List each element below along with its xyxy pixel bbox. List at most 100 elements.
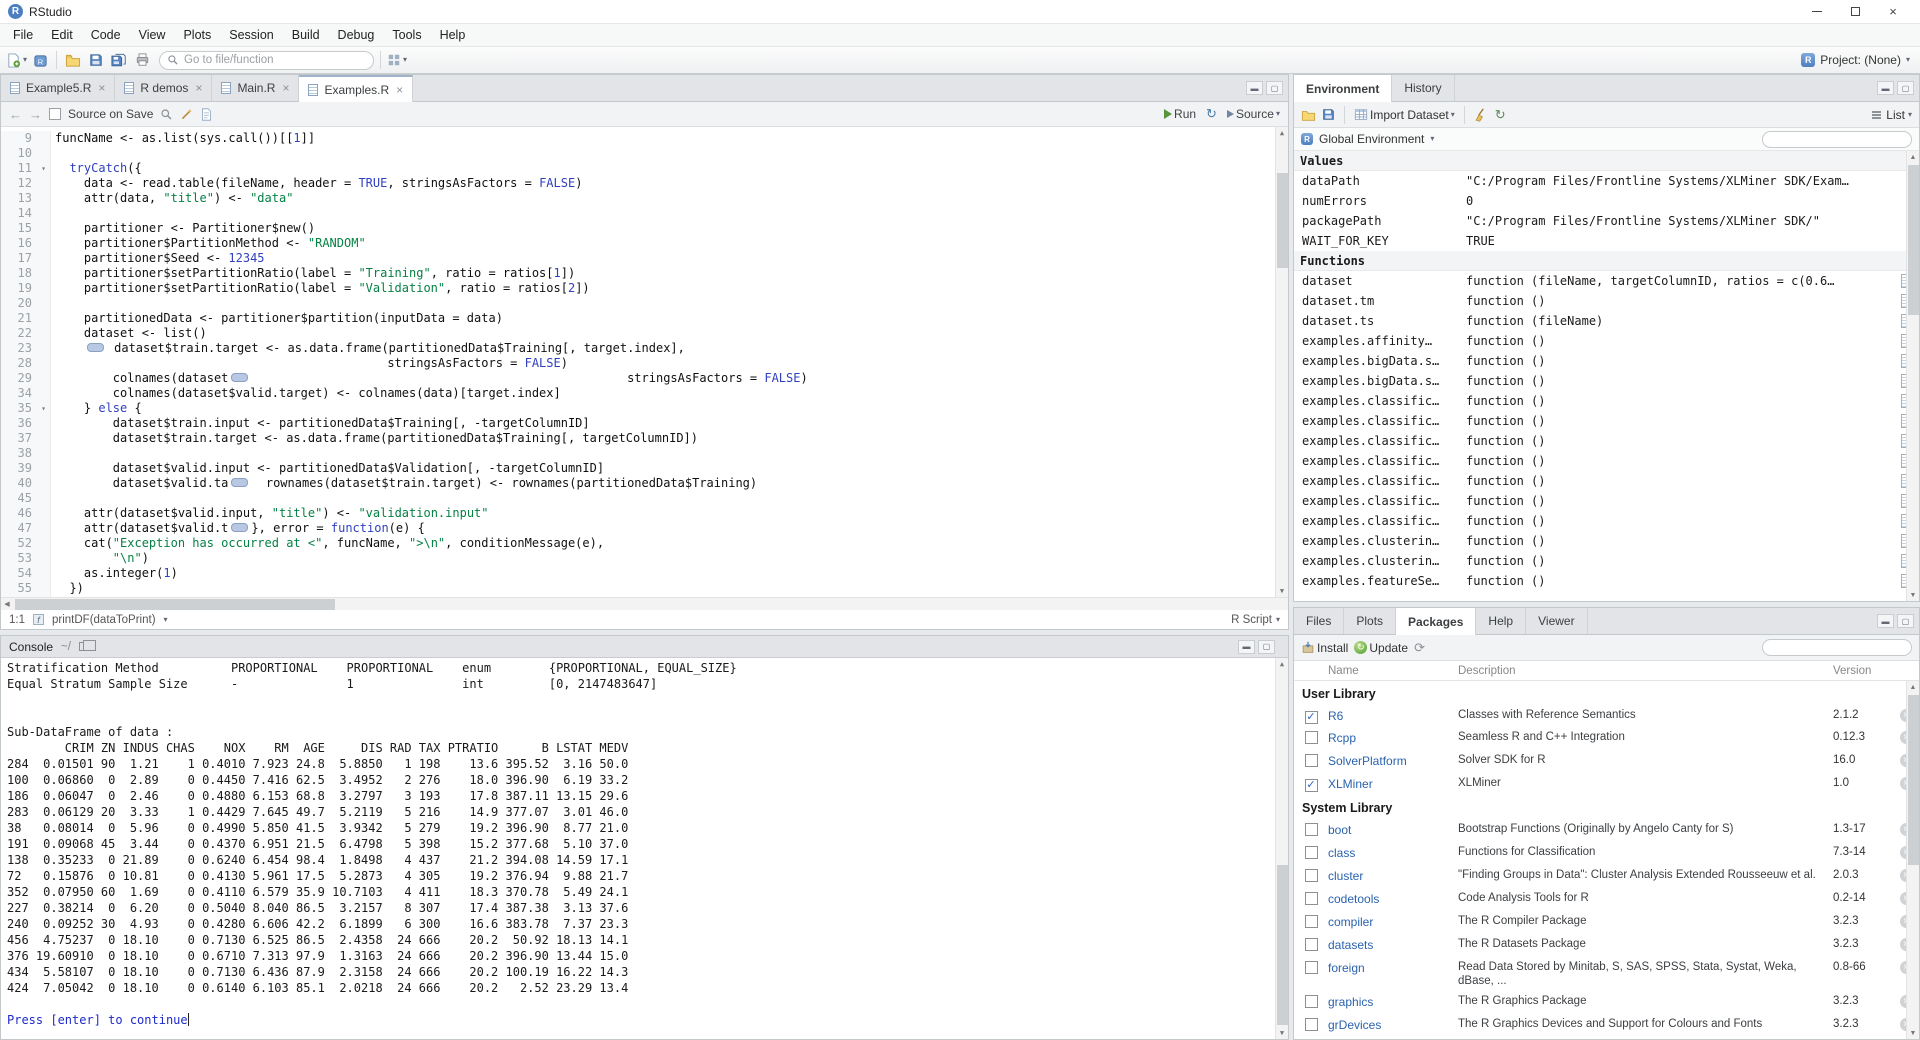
import-dataset-button[interactable]: Import Dataset ▾ — [1354, 104, 1455, 126]
maximize-pane-icon[interactable]: ▢ — [1266, 81, 1283, 95]
code-line[interactable]: 18 partitioner$setPartitionRatio(label =… — [1, 266, 1288, 281]
environment-scope-selector[interactable]: Global Environment — [1319, 132, 1424, 146]
env-object-row[interactable]: dataset.tmfunction () — [1294, 291, 1919, 311]
code-line[interactable]: 13 attr(data, "title") <- "data" — [1, 191, 1288, 206]
package-checkbox[interactable] — [1305, 823, 1318, 836]
package-name-link[interactable]: class — [1328, 845, 1458, 860]
menu-tools[interactable]: Tools — [383, 25, 430, 45]
env-object-row[interactable]: numErrors0 — [1294, 191, 1919, 211]
refresh-environment-icon[interactable]: ↻ — [1495, 107, 1506, 123]
save-all-button[interactable] — [109, 49, 129, 71]
env-object-row[interactable]: datasetfunction (fileName, targetColumnI… — [1294, 271, 1919, 291]
env-object-row[interactable]: examples.classific…function () — [1294, 491, 1919, 511]
package-name-link[interactable]: Rcpp — [1328, 730, 1458, 745]
code-line[interactable]: 45 — [1, 491, 1288, 506]
menu-edit[interactable]: Edit — [42, 25, 82, 45]
code-line[interactable]: 52 cat("Exception has occurred at <", fu… — [1, 536, 1288, 551]
maximize-pane-icon[interactable]: ▢ — [1897, 614, 1914, 628]
env-object-row[interactable]: examples.bigData.s…function () — [1294, 371, 1919, 391]
code-line[interactable]: 54 as.integer(1) — [1, 566, 1288, 581]
env-object-row[interactable]: examples.classific…function () — [1294, 471, 1919, 491]
scroll-down-icon[interactable]: ▼ — [1907, 1027, 1919, 1039]
code-line[interactable]: 16 partitioner$PartitionMethod <- "RANDO… — [1, 236, 1288, 251]
package-checkbox[interactable] — [1305, 892, 1318, 905]
refresh-packages-icon[interactable]: ⟳ — [1414, 640, 1425, 656]
package-checkbox[interactable] — [1305, 938, 1318, 951]
tab-viewer[interactable]: Viewer — [1526, 608, 1587, 634]
scroll-down-icon[interactable]: ▼ — [1276, 1027, 1288, 1039]
editor-tab[interactable]: Example5.R× — [1, 75, 115, 101]
menu-build[interactable]: Build — [283, 25, 329, 45]
project-selector[interactable]: R Project: (None) ▾ — [1801, 53, 1914, 67]
minimize-pane-icon[interactable]: ▬ — [1246, 81, 1263, 95]
env-object-row[interactable]: examples.featureSe…function () — [1294, 571, 1919, 591]
env-object-row[interactable]: WAIT_FOR_KEYTRUE — [1294, 231, 1919, 251]
environment-search-input[interactable] — [1773, 133, 1915, 145]
rerun-icon[interactable]: ↻ — [1206, 106, 1217, 122]
environment-view-selector[interactable]: List ▾ — [1870, 108, 1912, 122]
tab-files[interactable]: Files — [1294, 608, 1344, 634]
maximize-pane-icon[interactable]: ▢ — [1258, 640, 1275, 654]
close-button[interactable]: × — [1874, 0, 1912, 23]
package-name-link[interactable]: datasets — [1328, 937, 1458, 952]
package-checkbox[interactable] — [1305, 731, 1318, 744]
env-object-row[interactable]: packagePath"C:/Program Files/Frontline S… — [1294, 211, 1919, 231]
package-checkbox[interactable] — [1305, 1018, 1318, 1031]
save-workspace-icon[interactable] — [1322, 108, 1335, 121]
package-name-link[interactable]: cluster — [1328, 868, 1458, 883]
menu-debug[interactable]: Debug — [329, 25, 384, 45]
tab-environment[interactable]: Environment — [1294, 75, 1392, 102]
code-line[interactable]: 21 partitionedData <- partitioner$partit… — [1, 311, 1288, 326]
env-object-row[interactable]: examples.classific…function () — [1294, 411, 1919, 431]
env-object-row[interactable]: examples.classific…function () — [1294, 431, 1919, 451]
code-line[interactable]: 39 dataset$valid.input <- partitionedDat… — [1, 461, 1288, 476]
code-line[interactable]: 34 colnames(dataset$valid.target) <- col… — [1, 386, 1288, 401]
package-name-link[interactable]: R6 — [1328, 708, 1458, 723]
menu-view[interactable]: View — [130, 25, 175, 45]
code-line[interactable]: 46 attr(dataset$valid.input, "title") <-… — [1, 506, 1288, 521]
open-file-button[interactable] — [63, 49, 83, 71]
editor-tab[interactable]: R demos× — [115, 75, 212, 101]
package-name-link[interactable]: codetools — [1328, 891, 1458, 906]
run-button[interactable]: Run — [1164, 103, 1196, 125]
scroll-down-icon[interactable]: ▼ — [1276, 585, 1288, 597]
forward-icon[interactable]: → — [29, 107, 42, 122]
env-object-row[interactable]: examples.classific…function () — [1294, 391, 1919, 411]
function-scope[interactable]: printDF(dataToPrint) — [52, 614, 156, 626]
menu-help[interactable]: Help — [431, 25, 475, 45]
package-checkbox[interactable] — [1305, 754, 1318, 767]
scroll-left-icon[interactable]: ◀ — [1, 598, 13, 610]
env-object-row[interactable]: dataPath"C:/Program Files/Frontline Syst… — [1294, 171, 1919, 191]
code-line[interactable]: 36 dataset$train.input <- partitionedDat… — [1, 416, 1288, 431]
tab-close-icon[interactable]: × — [395, 84, 403, 96]
package-checkbox[interactable]: ✓ — [1305, 711, 1318, 724]
folded-code-pill[interactable] — [231, 478, 248, 487]
scroll-up-icon[interactable]: ▲ — [1276, 658, 1288, 670]
scroll-down-icon[interactable]: ▼ — [1907, 589, 1919, 601]
folded-code-pill[interactable] — [231, 523, 248, 532]
code-line[interactable]: 20 — [1, 296, 1288, 311]
tab-close-icon[interactable]: × — [194, 82, 202, 94]
package-name-link[interactable]: compiler — [1328, 914, 1458, 929]
addins-button[interactable]: ▾ — [387, 49, 407, 71]
package-name-link[interactable]: graphics — [1328, 994, 1458, 1009]
source-on-save-checkbox[interactable] — [49, 108, 61, 120]
package-name-link[interactable]: grDevices — [1328, 1017, 1458, 1032]
code-editor[interactable]: 9funcName <- as.list(sys.call())[[1]]101… — [1, 127, 1288, 597]
packages-scroll-thumb[interactable] — [1908, 695, 1919, 865]
editor-horizontal-scrollbar[interactable]: ◀ — [1, 597, 1288, 610]
tab-history[interactable]: History — [1392, 75, 1454, 101]
package-name-link[interactable]: boot — [1328, 822, 1458, 837]
env-object-row[interactable]: examples.classific…function () — [1294, 511, 1919, 531]
env-object-row[interactable]: examples.classific…function () — [1294, 451, 1919, 471]
code-line[interactable]: 47 attr(dataset$valid.t}, error = functi… — [1, 521, 1288, 536]
menu-session[interactable]: Session — [220, 25, 282, 45]
package-checkbox[interactable] — [1305, 995, 1318, 1008]
scroll-up-icon[interactable]: ▲ — [1276, 127, 1288, 139]
code-line[interactable]: 23 dataset$train.target <- as.data.frame… — [1, 341, 1288, 356]
console-working-directory[interactable]: ~/ — [61, 641, 71, 653]
save-button[interactable] — [86, 49, 106, 71]
minimize-button[interactable] — [1798, 0, 1836, 23]
editor-vertical-scrollbar[interactable]: ▲ ▼ — [1275, 127, 1288, 597]
environment-vertical-scrollbar[interactable]: ▲ ▼ — [1906, 151, 1919, 601]
